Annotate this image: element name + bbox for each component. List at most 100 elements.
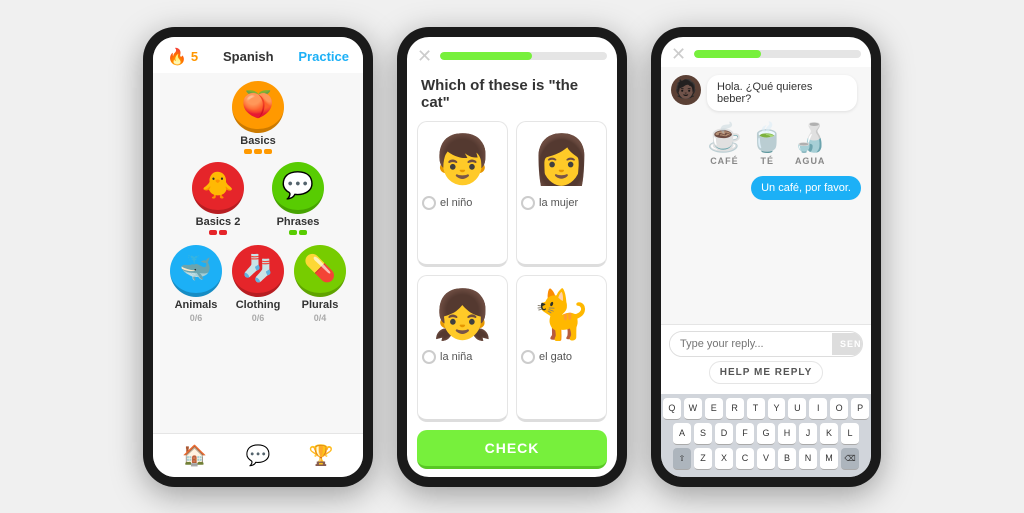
skill-clothing[interactable]: 🧦 Clothing 0/6 bbox=[232, 245, 284, 323]
key-y[interactable]: Y bbox=[768, 398, 786, 420]
streak-count: 5 bbox=[191, 49, 198, 64]
nino-avatar: 👦 bbox=[433, 130, 493, 190]
key-b[interactable]: B bbox=[778, 448, 796, 470]
trophy-icon[interactable]: 🏆 bbox=[309, 443, 334, 468]
key-c[interactable]: C bbox=[736, 448, 754, 470]
phone-2-screen: ✕ Which of these is "the cat" 👦 el niño … bbox=[407, 37, 617, 477]
te-label: TÉ bbox=[761, 156, 775, 166]
drink-te[interactable]: 🍵 TÉ bbox=[750, 121, 785, 166]
skill-tree: 🍑 Basics 🐥 Basics 2 bbox=[153, 73, 363, 433]
skill-phrases[interactable]: 💬 Phrases bbox=[272, 162, 324, 235]
plurals-circle: 💊 bbox=[294, 245, 346, 297]
key-h[interactable]: H bbox=[778, 423, 796, 445]
key-w[interactable]: W bbox=[684, 398, 702, 420]
key-e[interactable]: E bbox=[705, 398, 723, 420]
chat-header: ✕ bbox=[661, 37, 871, 67]
key-i[interactable]: I bbox=[809, 398, 827, 420]
key-d[interactable]: D bbox=[715, 423, 733, 445]
key-r[interactable]: R bbox=[726, 398, 744, 420]
phrases-circle: 💬 bbox=[272, 162, 324, 214]
help-reply-button[interactable]: HELP ME REPLY bbox=[709, 361, 823, 384]
mujer-radio[interactable]: la mujer bbox=[521, 196, 602, 210]
basics2-progress bbox=[209, 230, 227, 235]
phrases-label: Phrases bbox=[277, 216, 320, 228]
cafe-emoji: ☕ bbox=[707, 121, 742, 154]
chat-progress-bar bbox=[694, 50, 861, 58]
chat-icon[interactable]: 💬 bbox=[246, 443, 271, 468]
nino-radio[interactable]: el niño bbox=[422, 196, 503, 210]
key-s[interactable]: S bbox=[694, 423, 712, 445]
drink-options: ☕ CAFÉ 🍵 TÉ 🍶 AGUA bbox=[707, 121, 861, 166]
animals-progress: 0/6 bbox=[190, 313, 203, 323]
key-p[interactable]: P bbox=[851, 398, 869, 420]
key-u[interactable]: U bbox=[788, 398, 806, 420]
key-delete[interactable]: ⌫ bbox=[841, 448, 859, 470]
phone-1-header: 🔥 5 Spanish Practice bbox=[153, 37, 363, 73]
plurals-progress: 0/4 bbox=[314, 313, 327, 323]
cafe-label: CAFÉ bbox=[710, 156, 739, 166]
bot-bubble: Hola. ¿Qué quieres beber? bbox=[707, 75, 857, 111]
animals-label: Animals bbox=[175, 299, 218, 311]
clothing-circle: 🧦 bbox=[232, 245, 284, 297]
key-o[interactable]: O bbox=[830, 398, 848, 420]
skill-animals[interactable]: 🐳 Animals 0/6 bbox=[170, 245, 222, 323]
te-emoji: 🍵 bbox=[750, 121, 785, 154]
quiz-options: 👦 el niño 👩 la mujer 👧 la niña bbox=[407, 121, 617, 422]
phone-2: ✕ Which of these is "the cat" 👦 el niño … bbox=[397, 27, 627, 487]
phone-3: ✕ 🧑🏿 Hola. ¿Qué quieres beber? ☕ CAFÉ 🍵 … bbox=[651, 27, 881, 487]
quiz-progress-bar bbox=[440, 52, 607, 60]
option-mujer[interactable]: 👩 la mujer bbox=[516, 121, 607, 268]
drink-cafe[interactable]: ☕ CAFÉ bbox=[707, 121, 742, 166]
reply-input[interactable] bbox=[670, 332, 832, 356]
mujer-radio-circle bbox=[521, 196, 535, 210]
key-m[interactable]: M bbox=[820, 448, 838, 470]
language-selector[interactable]: Spanish bbox=[223, 49, 274, 64]
skill-plurals[interactable]: 💊 Plurals 0/4 bbox=[294, 245, 346, 323]
key-q[interactable]: Q bbox=[663, 398, 681, 420]
key-z[interactable]: Z bbox=[694, 448, 712, 470]
key-k[interactable]: K bbox=[820, 423, 838, 445]
skill-basics[interactable]: 🍑 Basics bbox=[232, 81, 284, 154]
basics2-circle: 🐥 bbox=[192, 162, 244, 214]
key-g[interactable]: G bbox=[757, 423, 775, 445]
check-button[interactable]: CHECK bbox=[417, 430, 607, 469]
skill-basics2[interactable]: 🐥 Basics 2 bbox=[192, 162, 244, 235]
basics-progress bbox=[244, 149, 272, 154]
basics-circle: 🍑 bbox=[232, 81, 284, 133]
key-shift[interactable]: ⇧ bbox=[673, 448, 691, 470]
close-button[interactable]: ✕ bbox=[417, 47, 432, 65]
key-l[interactable]: L bbox=[841, 423, 859, 445]
reply-area: SEND HELP ME REPLY bbox=[661, 324, 871, 394]
key-v[interactable]: V bbox=[757, 448, 775, 470]
send-button[interactable]: SEND bbox=[832, 333, 863, 355]
gato-label: el gato bbox=[539, 351, 572, 363]
agua-emoji: 🍶 bbox=[793, 121, 828, 154]
home-icon[interactable]: 🏠 bbox=[182, 443, 207, 468]
drink-agua[interactable]: 🍶 AGUA bbox=[793, 121, 828, 166]
phone-3-screen: ✕ 🧑🏿 Hola. ¿Qué quieres beber? ☕ CAFÉ 🍵 … bbox=[661, 37, 871, 477]
key-x[interactable]: X bbox=[715, 448, 733, 470]
key-n[interactable]: N bbox=[799, 448, 817, 470]
basics-label: Basics bbox=[240, 135, 275, 147]
gato-radio[interactable]: el gato bbox=[521, 350, 602, 364]
quiz-question: Which of these is "the cat" bbox=[407, 69, 617, 121]
nina-radio[interactable]: la niña bbox=[422, 350, 503, 364]
option-gato[interactable]: 🐈 el gato bbox=[516, 275, 607, 422]
nino-label: el niño bbox=[440, 197, 472, 209]
close-chat-button[interactable]: ✕ bbox=[671, 45, 686, 63]
option-nino[interactable]: 👦 el niño bbox=[417, 121, 508, 268]
clothing-progress: 0/6 bbox=[252, 313, 265, 323]
mujer-label: la mujer bbox=[539, 197, 578, 209]
agua-label: AGUA bbox=[795, 156, 826, 166]
reply-input-row: SEND bbox=[669, 331, 863, 357]
key-t[interactable]: T bbox=[747, 398, 765, 420]
key-j[interactable]: J bbox=[799, 423, 817, 445]
keyboard-row-1: Q W E R T Y U I O P bbox=[663, 398, 869, 420]
key-f[interactable]: F bbox=[736, 423, 754, 445]
option-nina[interactable]: 👧 la niña bbox=[417, 275, 508, 422]
practice-button[interactable]: Practice bbox=[298, 49, 349, 64]
animals-circle: 🐳 bbox=[170, 245, 222, 297]
keyboard-row-2: A S D F G H J K L bbox=[663, 423, 869, 445]
flame-icon: 🔥 bbox=[167, 47, 187, 67]
key-a[interactable]: A bbox=[673, 423, 691, 445]
